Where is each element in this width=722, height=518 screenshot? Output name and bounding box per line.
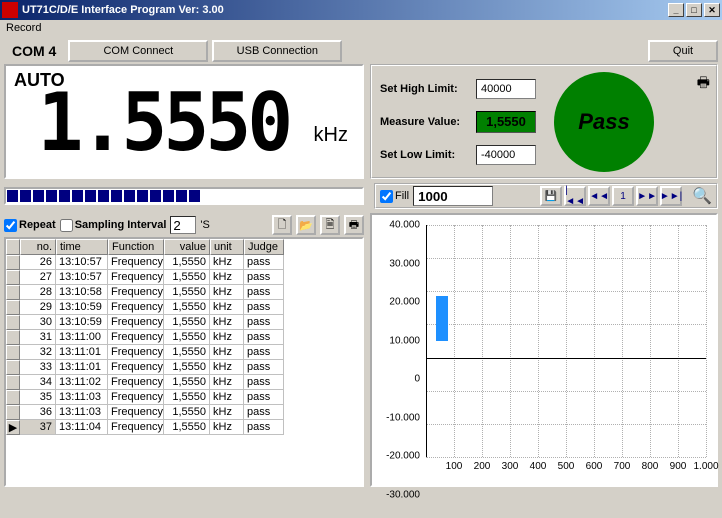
menu-record[interactable]: Record <box>4 20 49 36</box>
sampling-unit-label: 'S <box>200 219 209 231</box>
data-table[interactable]: no. time Function value unit Judge 2613:… <box>4 237 364 487</box>
table-row[interactable]: 3413:11:02Frequency1,5550kHzpass <box>6 375 362 390</box>
minimize-button[interactable]: _ <box>668 3 684 17</box>
measure-value-box: 1,5550 <box>476 111 536 133</box>
nav-last-button[interactable]: ►►| <box>660 186 682 206</box>
table-row[interactable]: 3213:11:01Frequency1,5550kHzpass <box>6 345 362 360</box>
col-unit[interactable]: unit <box>210 239 244 255</box>
table-row[interactable]: 3313:11:01Frequency1,5550kHzpass <box>6 360 362 375</box>
reading-unit: kHz <box>314 124 348 147</box>
nav-page-button[interactable]: 1 <box>612 186 634 206</box>
row-indicator <box>6 330 20 345</box>
fill-checkbox[interactable]: Fill <box>380 190 409 203</box>
row-indicator <box>6 285 20 300</box>
high-limit-input[interactable] <box>476 79 536 99</box>
table-row[interactable]: 3613:11:03Frequency1,5550kHzpass <box>6 405 362 420</box>
fill-input[interactable] <box>413 186 493 206</box>
x-tick-label: 400 <box>530 461 547 472</box>
com-connect-button[interactable]: COM Connect <box>68 40 208 62</box>
high-limit-label: Set High Limit: <box>380 83 470 95</box>
y-tick-label: -30.000 <box>372 490 420 501</box>
chart-bar <box>436 296 448 341</box>
col-no[interactable]: no. <box>20 239 56 255</box>
table-row[interactable]: ▶3713:11:04Frequency1,5550kHzpass <box>6 420 362 435</box>
table-row[interactable]: 3113:11:00Frequency1,5550kHzpass <box>6 330 362 345</box>
data-table-panel: Repeat Sampling Interval 'S 🗋 📂 🗎 🖶 no. … <box>4 213 364 487</box>
reading-value: 1.5550 <box>38 76 290 169</box>
com-port-label: COM 4 <box>4 43 64 59</box>
table-row[interactable]: 2813:10:58Frequency1,5550kHzpass <box>6 285 362 300</box>
app-icon <box>2 2 18 18</box>
y-tick-label: -20.000 <box>372 451 420 462</box>
usb-connect-button[interactable]: USB Connection <box>212 40 342 62</box>
row-indicator <box>6 270 20 285</box>
row-indicator: ▶ <box>6 420 20 435</box>
y-tick-label: -10.000 <box>372 412 420 423</box>
save-icon[interactable]: 💾 <box>540 186 562 206</box>
table-row[interactable]: 3513:11:03Frequency1,5550kHzpass <box>6 390 362 405</box>
low-limit-input[interactable] <box>476 145 536 165</box>
export-icon[interactable]: 🗎 <box>320 215 340 235</box>
sampling-interval-checkbox[interactable]: Sampling Interval <box>60 219 167 232</box>
x-tick-label: 1.000 <box>693 461 718 472</box>
nav-first-button[interactable]: |◄◄ <box>564 186 586 206</box>
x-tick-label: 200 <box>474 461 491 472</box>
nav-prev-button[interactable]: ◄◄ <box>588 186 610 206</box>
bargraph <box>4 187 364 205</box>
x-tick-label: 500 <box>558 461 575 472</box>
table-row[interactable]: 3013:10:59Frequency1,5550kHzpass <box>6 315 362 330</box>
x-tick-label: 600 <box>586 461 603 472</box>
title-bar: UT71C/D/E Interface Program Ver: 3.00 _ … <box>0 0 722 20</box>
sampling-interval-input[interactable] <box>170 216 196 234</box>
open-icon[interactable]: 📂 <box>296 215 316 235</box>
printer-icon[interactable]: 🖶 <box>697 72 710 96</box>
table-row[interactable]: 2713:10:57Frequency1,5550kHzpass <box>6 270 362 285</box>
row-indicator <box>6 315 20 330</box>
row-indicator <box>6 300 20 315</box>
row-indicator <box>6 390 20 405</box>
col-value[interactable]: value <box>164 239 210 255</box>
row-indicator <box>6 375 20 390</box>
col-time[interactable]: time <box>56 239 108 255</box>
maximize-button[interactable]: □ <box>686 3 702 17</box>
measurement-display: AUTO 1.5550 kHz <box>4 64 364 179</box>
menu-bar: Record <box>0 20 722 38</box>
row-indicator <box>6 255 20 270</box>
chart-panel[interactable]: 100 200 300 400 500 600 700 800 900 1.000 40.000 30… <box>370 213 718 487</box>
x-tick-label: 900 <box>670 461 687 472</box>
close-button[interactable]: ✕ <box>704 3 720 17</box>
y-tick-label: 40.000 <box>372 220 420 231</box>
limits-panel: Set High Limit: Measure Value: 1,5550 Se… <box>370 64 718 179</box>
y-tick-label: 30.000 <box>372 258 420 269</box>
row-indicator <box>6 360 20 375</box>
table-row[interactable]: 2913:10:59Frequency1,5550kHzpass <box>6 300 362 315</box>
connection-toolbar: COM 4 COM Connect USB Connection Quit <box>0 38 722 64</box>
x-tick-label: 300 <box>502 461 519 472</box>
y-tick-label: 20.000 <box>372 297 420 308</box>
col-function[interactable]: Function <box>108 239 164 255</box>
y-tick-label: 10.000 <box>372 335 420 346</box>
window-title: UT71C/D/E Interface Program Ver: 3.00 <box>22 4 666 16</box>
nav-next-button[interactable]: ►► <box>636 186 658 206</box>
row-indicator <box>6 345 20 360</box>
judge-indicator: Pass <box>554 72 654 172</box>
new-icon[interactable]: 🗋 <box>272 215 292 235</box>
x-tick-label: 100 <box>446 461 463 472</box>
measure-value-label: Measure Value: <box>380 116 470 128</box>
col-judge[interactable]: Judge <box>244 239 284 255</box>
row-indicator <box>6 405 20 420</box>
print-icon[interactable]: 🖶 <box>344 215 364 235</box>
x-tick-label: 800 <box>642 461 659 472</box>
quit-button[interactable]: Quit <box>648 40 718 62</box>
table-row[interactable]: 2613:10:57Frequency1,5550kHzpass <box>6 255 362 270</box>
zoom-icon[interactable]: 🔍 <box>692 186 712 206</box>
low-limit-label: Set Low Limit: <box>380 149 470 161</box>
x-tick-label: 700 <box>614 461 631 472</box>
y-tick-label: 0 <box>372 374 420 385</box>
repeat-checkbox[interactable]: Repeat <box>4 219 56 232</box>
